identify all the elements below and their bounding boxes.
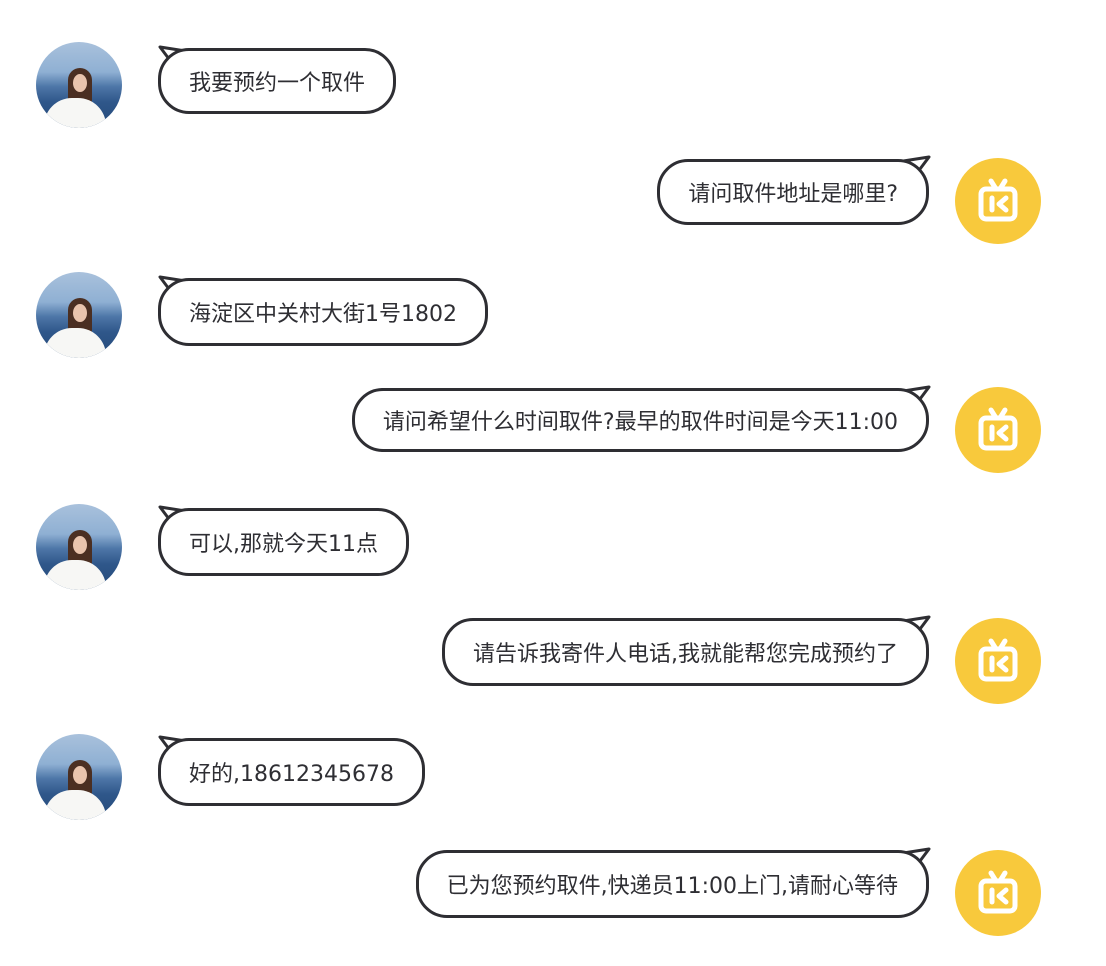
message-bubble[interactable]: 可以,那就今天11点 xyxy=(158,508,409,576)
avatar-shirt xyxy=(44,560,106,590)
message-row-bot: 请问取件地址是哪里? xyxy=(0,152,1106,272)
message-bubble[interactable]: 好的,18612345678 xyxy=(158,738,425,806)
tv-robot-icon xyxy=(978,407,1018,451)
avatar-shirt xyxy=(44,98,106,128)
message-text: 可以,那就今天11点 xyxy=(189,532,378,557)
message-text: 请告诉我寄件人电话,我就能帮您完成预约了 xyxy=(473,642,898,667)
message-text: 好的,18612345678 xyxy=(189,762,394,787)
message-row-bot: 请告诉我寄件人电话,我就能帮您完成预约了 xyxy=(0,614,1106,734)
tv-robot-icon xyxy=(978,870,1018,914)
bot-avatar[interactable] xyxy=(955,618,1041,704)
avatar-face xyxy=(73,304,87,322)
message-text: 我要预约一个取件 xyxy=(189,71,366,96)
user-avatar[interactable] xyxy=(36,734,122,820)
bot-avatar[interactable] xyxy=(955,387,1041,473)
message-row-bot: 已为您预约取件,快递员11:00上门,请耐心等待 xyxy=(0,846,1106,966)
user-avatar[interactable] xyxy=(36,272,122,358)
message-bubble[interactable]: 我要预约一个取件 xyxy=(158,48,397,114)
tv-robot-icon xyxy=(978,638,1018,682)
message-row-user: 可以,那就今天11点 xyxy=(0,504,1106,624)
message-bubble[interactable]: 请告诉我寄件人电话,我就能帮您完成预约了 xyxy=(442,618,929,686)
message-row-user: 我要预约一个取件 xyxy=(0,42,1106,162)
bot-avatar[interactable] xyxy=(955,850,1041,936)
avatar-face xyxy=(73,766,87,784)
message-bubble[interactable]: 海淀区中关村大街1号1802 xyxy=(158,278,488,346)
message-bubble[interactable]: 已为您预约取件,快递员11:00上门,请耐心等待 xyxy=(415,850,929,918)
user-avatar[interactable] xyxy=(36,504,122,590)
message-text: 已为您预约取件,快递员11:00上门,请耐心等待 xyxy=(446,874,898,899)
message-text: 海淀区中关村大街1号1802 xyxy=(189,302,457,327)
message-bubble[interactable]: 请问取件地址是哪里? xyxy=(657,159,929,225)
avatar-shirt xyxy=(44,790,106,820)
message-text: 请问取件地址是哪里? xyxy=(688,182,898,207)
message-row-user: 海淀区中关村大街1号1802 xyxy=(0,272,1106,392)
avatar-face xyxy=(73,536,87,554)
tv-robot-icon xyxy=(978,178,1018,222)
message-row-user: 好的,18612345678 xyxy=(0,734,1106,854)
bot-avatar[interactable] xyxy=(955,158,1041,244)
avatar-face xyxy=(73,74,87,92)
avatar-shirt xyxy=(44,328,106,358)
user-avatar[interactable] xyxy=(36,42,122,128)
message-text: 请问希望什么时间取件?最早的取件时间是今天11:00 xyxy=(382,410,898,435)
message-row-bot: 请问希望什么时间取件?最早的取件时间是今天11:00 xyxy=(0,382,1106,502)
message-bubble[interactable]: 请问希望什么时间取件?最早的取件时间是今天11:00 xyxy=(351,388,929,452)
